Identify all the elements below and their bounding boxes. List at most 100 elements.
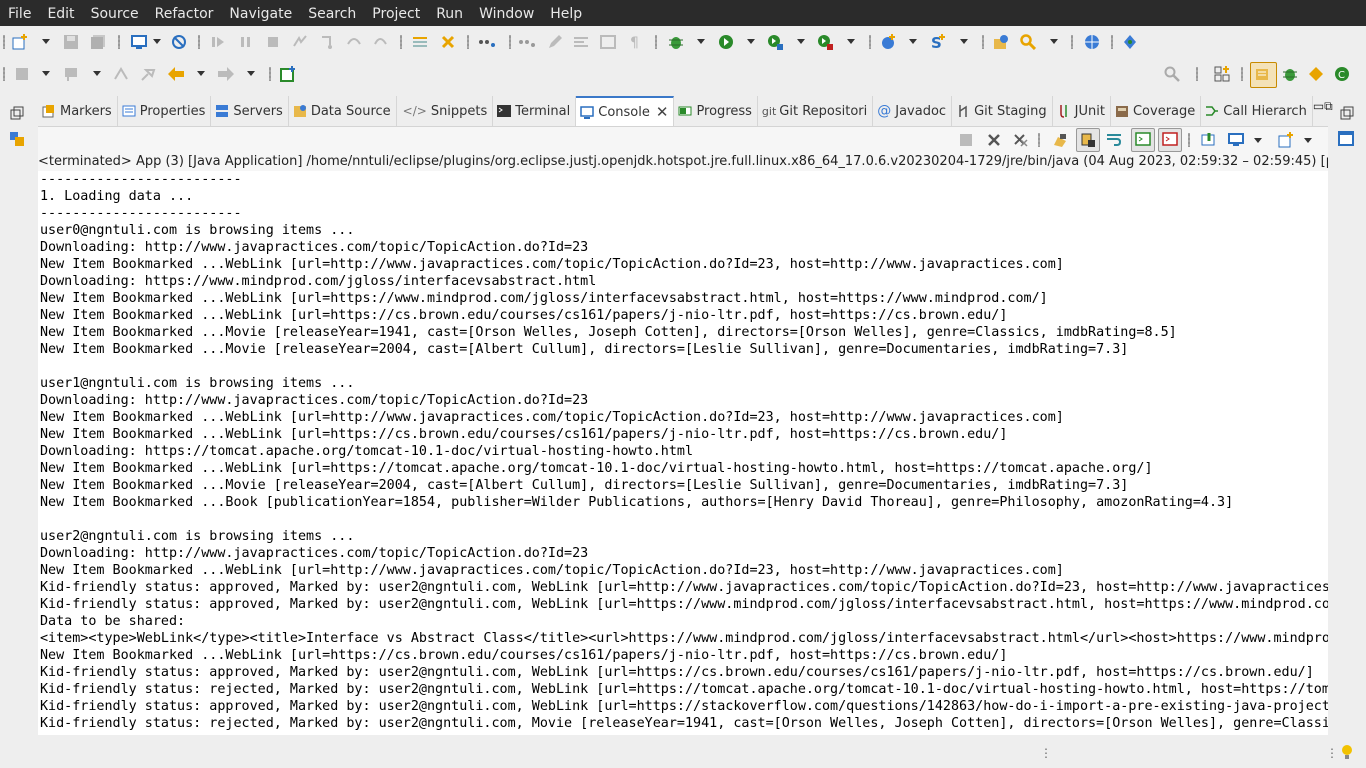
restore-icon[interactable] — [10, 106, 24, 120]
menu-file[interactable]: File — [0, 0, 39, 28]
menu-refactor[interactable]: Refactor — [147, 0, 222, 28]
show-on-stdout-button[interactable] — [1131, 128, 1155, 152]
last-edit-icon[interactable] — [113, 66, 129, 82]
terminate-icon[interactable] — [958, 132, 974, 148]
menu-run[interactable]: Run — [428, 0, 471, 28]
new-window-icon[interactable] — [280, 66, 296, 82]
toolbar-grip[interactable] — [3, 67, 5, 81]
menu-help[interactable]: Help — [542, 0, 590, 28]
new-class-icon[interactable]: S — [930, 34, 946, 50]
pin-console-icon[interactable] — [1201, 132, 1217, 148]
new-dropdown-icon[interactable] — [42, 39, 50, 44]
display-console-dropdown-icon[interactable] — [1254, 138, 1262, 143]
terminate-icon[interactable] — [265, 34, 281, 50]
tab-git-repositories[interactable]: git Git Repositori — [758, 96, 874, 126]
menu-window[interactable]: Window — [471, 0, 542, 28]
menu-project[interactable]: Project — [364, 0, 428, 28]
open-console-dropdown-icon[interactable] — [1304, 138, 1312, 143]
pin-icon[interactable] — [140, 66, 156, 82]
disconnect-icon[interactable] — [292, 34, 308, 50]
plugin-icon[interactable] — [1122, 34, 1138, 50]
annotation-icon[interactable] — [14, 66, 30, 82]
clear-console-icon[interactable] — [1052, 132, 1068, 148]
resume-icon[interactable] — [210, 34, 226, 50]
close-icon[interactable]: ✕ — [656, 103, 669, 121]
menu-search[interactable]: Search — [300, 0, 364, 28]
remove-all-terminated-icon[interactable] — [1013, 132, 1029, 148]
restore-icon[interactable] — [1340, 106, 1354, 120]
console-output[interactable]: ------------------------- 1. Loading dat… — [38, 171, 1328, 735]
coverage-dropdown-icon[interactable] — [797, 39, 805, 44]
tab-progress[interactable]: Progress — [674, 96, 758, 126]
scroll-lock-button[interactable] — [1076, 128, 1100, 152]
tip-lightbulb-icon[interactable] — [1340, 744, 1354, 762]
tab-data-source[interactable]: Data Source — [289, 96, 397, 126]
tab-terminal[interactable]: Terminal — [493, 96, 577, 126]
word-wrap-icon[interactable] — [1106, 132, 1122, 148]
new-class-dropdown-icon[interactable] — [960, 39, 968, 44]
step-into-icon[interactable] — [319, 34, 335, 50]
remove-launch-icon[interactable] — [986, 132, 1002, 148]
debug-dropdown-icon[interactable] — [697, 39, 705, 44]
search-icon[interactable] — [1020, 34, 1036, 50]
forward-dropdown-icon[interactable] — [247, 71, 255, 76]
block-mode-icon[interactable] — [600, 34, 616, 50]
debug-icon[interactable] — [668, 34, 684, 50]
new-icon[interactable] — [12, 34, 28, 50]
open-console-icon[interactable] — [1278, 132, 1294, 148]
back-icon[interactable] — [167, 66, 185, 82]
maximize-icon[interactable]: ⧉ — [1324, 96, 1333, 126]
word-wrap-icon[interactable] — [573, 34, 589, 50]
run-dropdown-icon[interactable] — [747, 39, 755, 44]
tab-call-hierarchy[interactable]: Call Hierarch — [1201, 96, 1313, 126]
step-over-icon[interactable] — [346, 34, 362, 50]
step-return-icon[interactable] — [373, 34, 389, 50]
open-perspective-icon[interactable] — [1214, 66, 1230, 82]
tab-javadoc[interactable]: @ Javadoc — [873, 96, 953, 126]
skip-breakpoints-icon[interactable] — [171, 34, 187, 50]
toolbar-grip[interactable] — [3, 35, 5, 49]
breadcrumb-icon[interactable] — [478, 34, 496, 50]
block-selection-icon[interactable] — [518, 34, 536, 50]
terminal-launch-icon[interactable] — [131, 34, 147, 50]
tab-coverage[interactable]: Coverage — [1111, 96, 1202, 126]
show-on-stderr-button[interactable] — [1158, 128, 1182, 152]
coverage-run-icon[interactable] — [767, 34, 783, 50]
show-whitespace-icon[interactable]: ¶ — [627, 34, 643, 50]
pen-icon[interactable] — [547, 34, 563, 50]
tab-properties[interactable]: Properties — [118, 96, 212, 126]
tab-servers[interactable]: Servers — [211, 96, 289, 126]
next-annotation-dropdown-icon[interactable] — [93, 71, 101, 76]
suspend-icon[interactable] — [238, 34, 254, 50]
menu-edit[interactable]: Edit — [39, 0, 82, 28]
forward-icon[interactable] — [217, 66, 235, 82]
new-project-dropdown-icon[interactable] — [909, 39, 917, 44]
open-type-icon[interactable] — [993, 34, 1009, 50]
tab-git-staging[interactable]: Git Staging — [952, 96, 1053, 126]
tab-console[interactable]: Console ✕ — [576, 96, 675, 126]
quick-access-search-icon[interactable] — [1164, 66, 1180, 82]
back-dropdown-icon[interactable] — [197, 71, 205, 76]
search-dropdown-icon[interactable] — [1050, 39, 1058, 44]
save-icon[interactable] — [63, 34, 79, 50]
status-grip-icon[interactable]: ⋮ — [1040, 746, 1052, 760]
next-annotation-icon[interactable] — [63, 66, 79, 82]
annotation-dropdown-icon[interactable] — [42, 71, 50, 76]
java-ee-perspective-button[interactable] — [1250, 62, 1277, 88]
git-perspective-icon[interactable] — [1308, 66, 1324, 82]
java-perspective-icon[interactable]: C — [1334, 66, 1350, 82]
tab-snippets[interactable]: </> Snippets — [397, 96, 494, 126]
outline-view-icon[interactable] — [1338, 131, 1354, 147]
status-grip-icon[interactable]: ⋮ — [1326, 746, 1338, 760]
external-tools-icon[interactable] — [817, 34, 833, 50]
display-console-icon[interactable] — [1228, 132, 1244, 148]
menu-navigate[interactable]: Navigate — [221, 0, 300, 28]
highlight-icon[interactable] — [412, 34, 428, 50]
tab-markers[interactable]: Markers — [38, 96, 118, 126]
external-tools-dropdown-icon[interactable] — [847, 39, 855, 44]
terminal-dropdown-icon[interactable] — [153, 39, 161, 44]
globe-icon[interactable] — [1084, 34, 1100, 50]
debug-perspective-icon[interactable] — [1282, 66, 1298, 82]
save-all-icon[interactable] — [90, 34, 106, 50]
minimize-icon[interactable]: ▭ — [1313, 96, 1324, 126]
